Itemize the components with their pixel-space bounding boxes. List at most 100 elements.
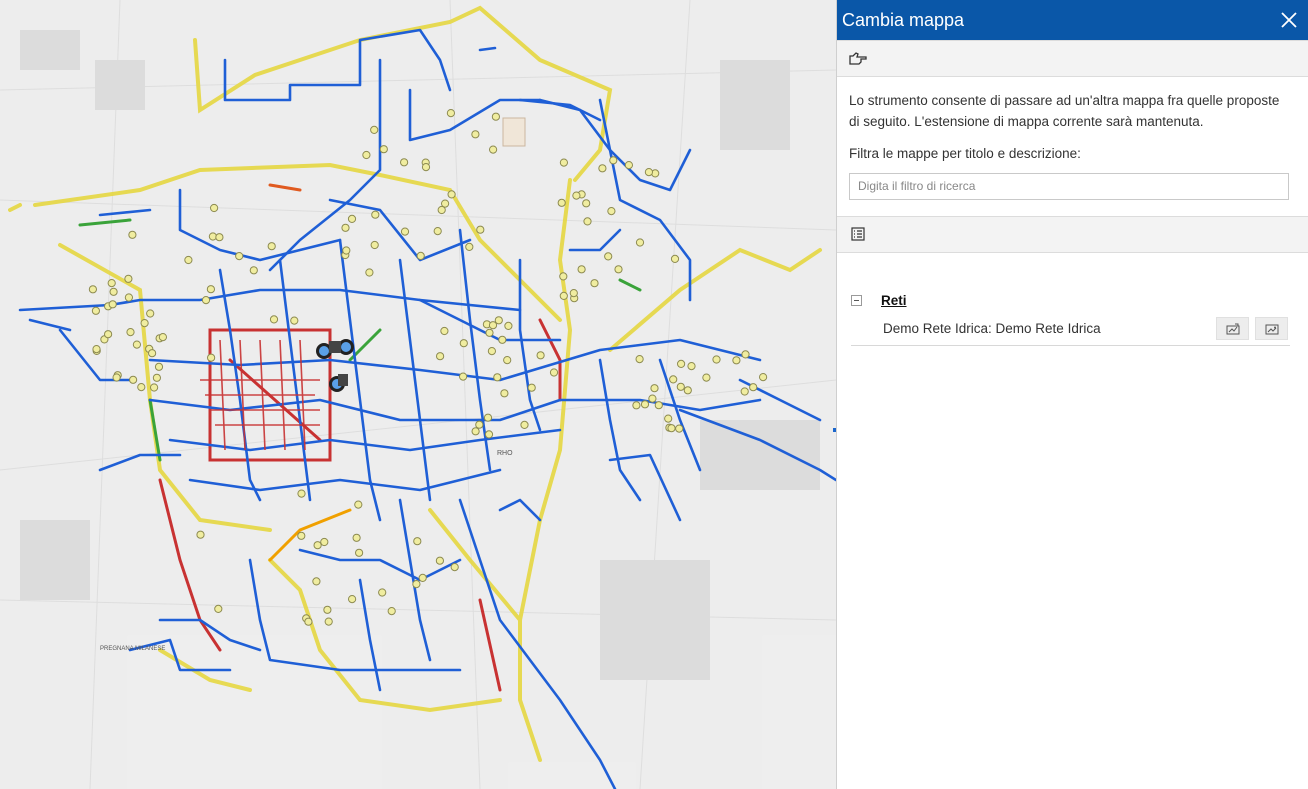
network-node[interactable]: [352, 533, 361, 542]
network-node[interactable]: [196, 530, 205, 539]
map-canvas[interactable]: RHO PREGNANA MILANESE: [0, 0, 836, 789]
network-node[interactable]: [493, 373, 502, 382]
network-node[interactable]: [676, 382, 685, 391]
network-node[interactable]: [379, 145, 388, 154]
network-node[interactable]: [108, 300, 117, 309]
network-node[interactable]: [371, 210, 380, 219]
network-node[interactable]: [465, 242, 474, 251]
network-node[interactable]: [440, 326, 449, 336]
network-node[interactable]: [91, 306, 101, 315]
network-node[interactable]: [342, 246, 351, 255]
network-node[interactable]: [687, 362, 696, 371]
network-node[interactable]: [446, 109, 455, 118]
network-node[interactable]: [235, 252, 244, 261]
network-node[interactable]: [124, 274, 133, 283]
network-node[interactable]: [269, 315, 279, 324]
network-node[interactable]: [549, 368, 559, 377]
network-node[interactable]: [732, 356, 741, 365]
network-node[interactable]: [484, 430, 494, 439]
group-title[interactable]: Reti: [881, 293, 907, 308]
network-node[interactable]: [527, 383, 536, 392]
network-node[interactable]: [489, 145, 498, 154]
network-node[interactable]: [500, 389, 509, 398]
network-node[interactable]: [450, 563, 459, 572]
network-node[interactable]: [370, 240, 379, 250]
network-node[interactable]: [488, 321, 498, 330]
network-node[interactable]: [297, 531, 306, 540]
network-node[interactable]: [702, 373, 711, 382]
network-node[interactable]: [648, 394, 657, 403]
network-node[interactable]: [312, 577, 321, 586]
network-node[interactable]: [201, 296, 211, 305]
network-node[interactable]: [214, 604, 223, 614]
network-node[interactable]: [670, 254, 680, 263]
network-node[interactable]: [520, 420, 529, 429]
network-node[interactable]: [206, 285, 215, 294]
network-node[interactable]: [435, 556, 444, 565]
network-node[interactable]: [418, 573, 427, 583]
network-node[interactable]: [614, 265, 623, 274]
network-node[interactable]: [572, 191, 581, 200]
network-node[interactable]: [92, 345, 101, 354]
network-node[interactable]: [487, 347, 496, 356]
network-node[interactable]: [104, 330, 113, 339]
network-node[interactable]: [604, 252, 613, 261]
map-view[interactable]: RHO PREGNANA MILANESE: [0, 0, 836, 789]
network-node[interactable]: [378, 588, 387, 597]
network-node[interactable]: [107, 279, 116, 288]
network-node[interactable]: [109, 287, 118, 296]
network-node[interactable]: [503, 356, 512, 365]
network-node[interactable]: [498, 335, 507, 344]
network-node[interactable]: [132, 340, 141, 349]
network-node[interactable]: [158, 333, 167, 342]
network-node[interactable]: [412, 580, 421, 589]
network-node[interactable]: [421, 163, 431, 172]
network-node[interactable]: [675, 424, 684, 433]
network-node[interactable]: [667, 424, 676, 433]
network-node[interactable]: [341, 223, 350, 232]
network-node[interactable]: [749, 383, 758, 392]
network-node[interactable]: [324, 617, 333, 626]
network-node[interactable]: [559, 158, 569, 167]
network-node[interactable]: [683, 386, 692, 395]
network-node[interactable]: [459, 372, 468, 381]
network-node[interactable]: [370, 125, 379, 134]
network-node[interactable]: [400, 158, 409, 167]
network-node[interactable]: [323, 605, 332, 614]
network-node[interactable]: [313, 541, 322, 550]
network-node[interactable]: [476, 225, 485, 234]
network-node[interactable]: [207, 353, 216, 362]
network-node[interactable]: [290, 316, 299, 325]
network-node[interactable]: [740, 387, 749, 396]
network-node[interactable]: [447, 190, 456, 199]
network-node[interactable]: [210, 203, 219, 213]
network-node[interactable]: [184, 255, 193, 265]
network-node[interactable]: [88, 285, 98, 294]
network-node[interactable]: [759, 373, 768, 382]
network-node[interactable]: [137, 383, 146, 392]
network-node[interactable]: [148, 349, 157, 358]
network-node[interactable]: [483, 413, 493, 422]
network-node[interactable]: [644, 168, 654, 177]
network-node[interactable]: [267, 242, 276, 251]
network-node[interactable]: [347, 214, 357, 223]
network-node[interactable]: [712, 355, 721, 364]
network-node[interactable]: [297, 489, 306, 498]
network-node[interactable]: [154, 362, 164, 371]
network-node[interactable]: [485, 328, 494, 337]
network-node[interactable]: [413, 537, 422, 546]
network-node[interactable]: [559, 291, 568, 300]
network-node[interactable]: [124, 293, 133, 302]
network-node[interactable]: [400, 227, 410, 236]
network-node[interactable]: [471, 130, 480, 139]
network-node[interactable]: [471, 427, 480, 436]
network-node[interactable]: [304, 617, 313, 626]
close-icon[interactable]: [1276, 7, 1302, 33]
network-node[interactable]: [365, 268, 374, 277]
network-node[interactable]: [348, 595, 357, 604]
network-node[interactable]: [152, 373, 161, 382]
network-node[interactable]: [416, 251, 425, 260]
network-node[interactable]: [491, 112, 500, 121]
network-node[interactable]: [433, 227, 442, 236]
network-node[interactable]: [354, 500, 363, 509]
